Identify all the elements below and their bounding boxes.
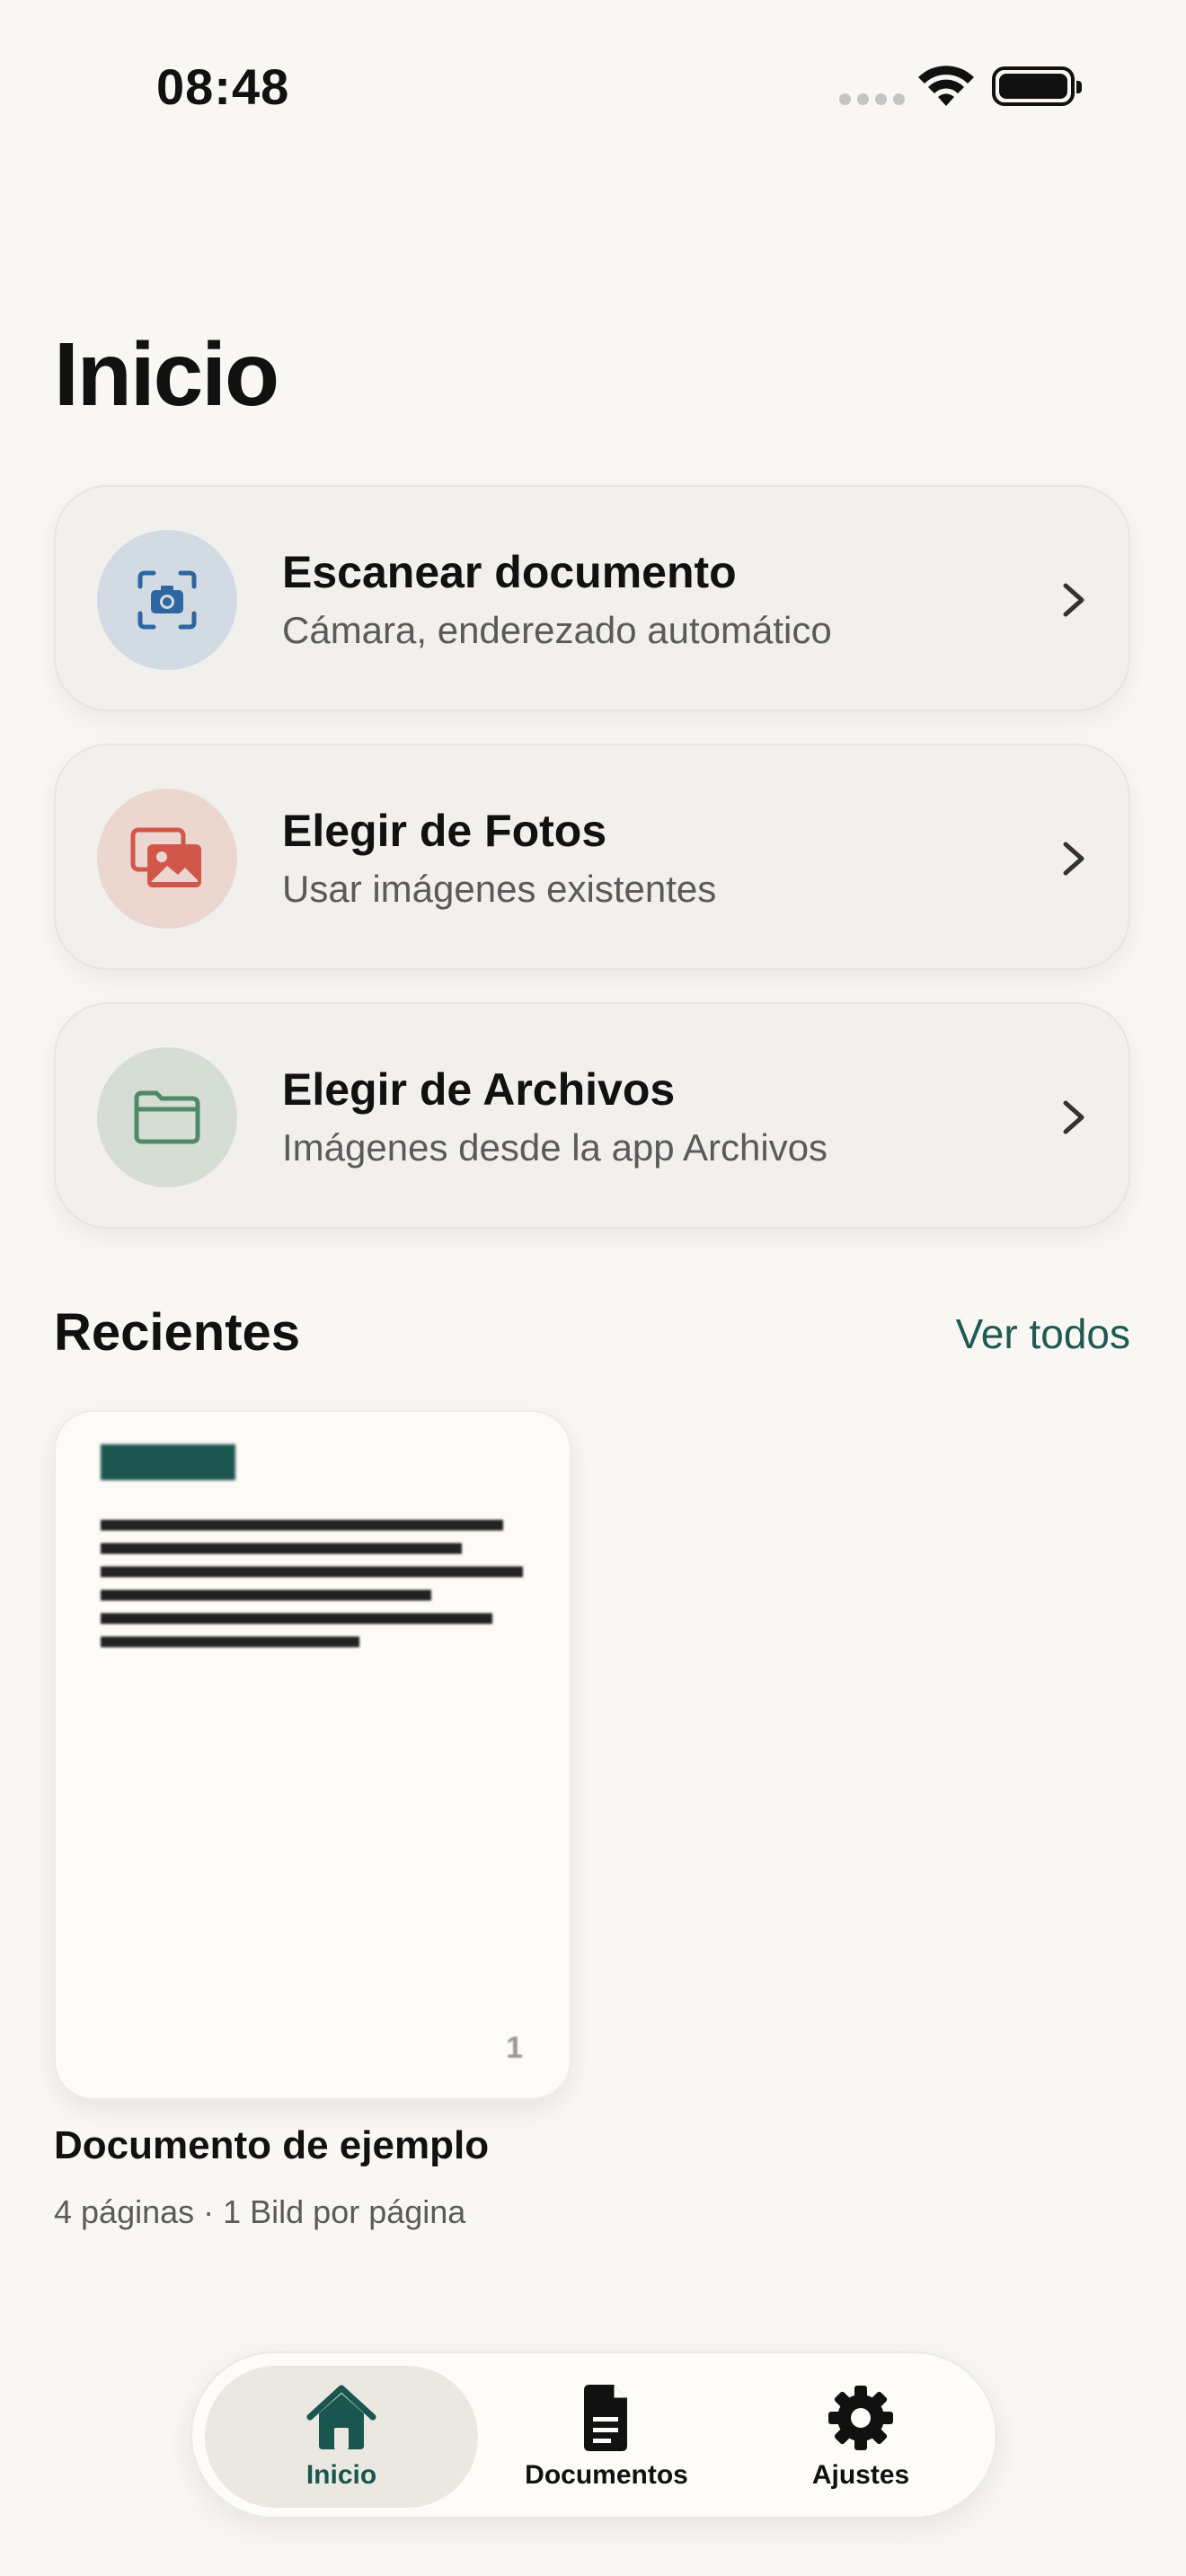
tab-bar: Inicio Documentos Ajustes bbox=[190, 2351, 997, 2519]
document-thumbnail[interactable]: 1 bbox=[54, 1410, 571, 2100]
document-preview-line bbox=[101, 1520, 503, 1531]
tab-documentos-label: Documentos bbox=[525, 2460, 688, 2490]
tab-ajustes-label: Ajustes bbox=[811, 2460, 910, 2490]
wifi-icon bbox=[918, 66, 974, 106]
document-preview-line bbox=[101, 1543, 462, 1554]
recents-section-title: Recientes bbox=[54, 1303, 301, 1362]
choose-from-photos-button[interactable]: Elegir de Fotos Usar imágenes existentes bbox=[54, 744, 1130, 970]
camera-scan-icon bbox=[137, 570, 197, 630]
chevron-right-icon bbox=[1063, 583, 1084, 617]
scan-icon-badge bbox=[97, 530, 237, 670]
choose-from-files-button[interactable]: Elegir de Archivos Imágenes desde la app… bbox=[54, 1002, 1130, 1229]
battery-icon bbox=[992, 66, 1082, 106]
choose-from-photos-title: Elegir de Fotos bbox=[282, 806, 607, 856]
document-name[interactable]: Documento de ejemplo bbox=[54, 2123, 489, 2168]
scan-document-title: Escanear documento bbox=[282, 547, 737, 597]
chevron-right-icon bbox=[1063, 842, 1084, 876]
document-preview-line bbox=[101, 1613, 492, 1624]
see-all-link[interactable]: Ver todos bbox=[956, 1310, 1130, 1358]
photos-icon-badge bbox=[97, 789, 237, 929]
document-preview-line bbox=[101, 1590, 431, 1601]
tab-documentos[interactable]: Documentos bbox=[478, 2353, 735, 2520]
document-preview-header bbox=[101, 1444, 235, 1480]
gear-icon bbox=[828, 2386, 893, 2450]
chevron-right-icon bbox=[1063, 1100, 1084, 1134]
files-icon-badge bbox=[97, 1047, 237, 1187]
status-bar: 08:48 bbox=[0, 0, 1186, 171]
page-title: Inicio bbox=[54, 324, 279, 425]
choose-from-files-title: Elegir de Archivos bbox=[282, 1064, 676, 1115]
document-page-number: 1 bbox=[506, 2031, 523, 2065]
choose-from-photos-subtitle: Usar imágenes existentes bbox=[282, 868, 717, 910]
tab-inicio[interactable]: Inicio bbox=[205, 2353, 478, 2520]
status-time: 08:48 bbox=[156, 58, 290, 115]
cellular-signal-icon bbox=[839, 93, 905, 105]
document-icon bbox=[584, 2385, 627, 2451]
home-screen: 08:48 Inicio Escanear documento Cámara, … bbox=[0, 0, 1186, 2576]
document-preview-line bbox=[101, 1566, 523, 1577]
photos-icon bbox=[130, 827, 201, 887]
tab-inicio-label: Inicio bbox=[305, 2460, 377, 2490]
document-meta: 4 páginas · 1 Bild por página bbox=[54, 2193, 466, 2230]
scan-document-subtitle: Cámara, enderezado automático bbox=[282, 609, 832, 651]
scan-document-button[interactable]: Escanear documento Cámara, enderezado au… bbox=[54, 485, 1130, 711]
choose-from-files-subtitle: Imágenes desde la app Archivos bbox=[282, 1126, 828, 1169]
home-icon bbox=[306, 2385, 376, 2449]
document-preview-line bbox=[101, 1636, 359, 1647]
folder-icon bbox=[134, 1090, 200, 1144]
tab-ajustes[interactable]: Ajustes bbox=[735, 2353, 987, 2520]
